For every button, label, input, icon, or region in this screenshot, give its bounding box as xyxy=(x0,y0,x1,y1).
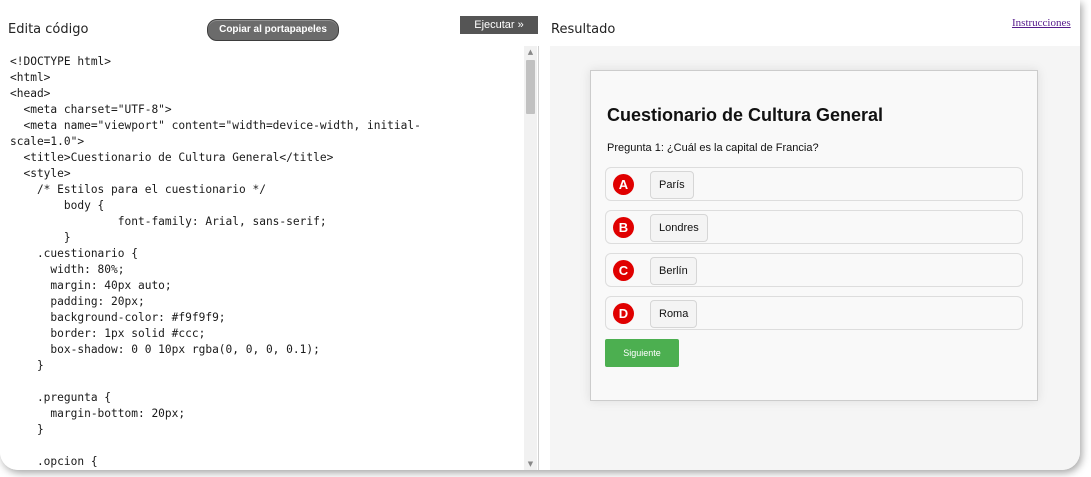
code-line[interactable]: width: 80%; xyxy=(10,262,520,278)
code-line[interactable]: margin: 40px auto; xyxy=(10,278,520,294)
code-line[interactable]: <meta name="viewport" content="width=dev… xyxy=(10,118,520,134)
letter-b-badge-icon: B xyxy=(613,217,634,238)
code-line[interactable]: } xyxy=(10,422,520,438)
quiz-title: Cuestionario de Cultura General xyxy=(607,105,884,125)
copy-to-clipboard-button[interactable]: Copiar al portapapeles xyxy=(207,19,339,41)
option-a[interactable]: A París xyxy=(605,167,1023,201)
result-panel: Cuestionario de Cultura General Pregunta… xyxy=(550,46,1080,470)
code-line[interactable]: <style> xyxy=(10,166,520,182)
letter-c-badge-icon: C xyxy=(613,260,634,281)
scroll-up-arrow-icon[interactable]: ▲ xyxy=(524,46,537,58)
code-line[interactable] xyxy=(10,374,520,390)
app-window: Edita código Copiar al portapapeles Ejec… xyxy=(0,0,1080,470)
code-line[interactable]: } xyxy=(10,230,520,246)
code-line[interactable]: <html> xyxy=(10,70,520,86)
code-line[interactable]: body { xyxy=(10,198,520,214)
code-line[interactable]: scale=1.0"> xyxy=(10,134,520,150)
next-button[interactable]: Siguiente xyxy=(605,339,679,367)
code-line[interactable]: background-color: #f9f9f9; xyxy=(10,310,520,326)
scroll-down-arrow-icon[interactable]: ▼ xyxy=(524,458,537,470)
code-line[interactable]: <title>Cuestionario de Cultura General</… xyxy=(10,150,520,166)
code-line[interactable]: .opcion { xyxy=(10,454,520,470)
code-line[interactable]: /* Estilos para el cuestionario */ xyxy=(10,182,520,198)
option-d-button[interactable]: Roma xyxy=(650,300,698,328)
code-line[interactable]: <head> xyxy=(10,86,520,102)
code-text[interactable]: <!DOCTYPE html> <html> <head> <meta charse… xyxy=(10,54,520,470)
option-d[interactable]: D Roma xyxy=(605,296,1023,330)
code-line[interactable]: <!DOCTYPE html> xyxy=(10,54,520,70)
code-line[interactable]: } xyxy=(10,358,520,374)
option-b-button[interactable]: Londres xyxy=(650,214,708,242)
code-line[interactable]: font-family: Arial, sans-serif; xyxy=(10,214,520,230)
letter-a-badge-icon: A xyxy=(613,174,634,195)
code-editor[interactable]: <!DOCTYPE html> <html> <head> <meta charse… xyxy=(0,46,539,470)
letter-d-badge-icon: D xyxy=(613,303,634,324)
option-c[interactable]: C Berlín xyxy=(605,253,1023,287)
option-a-button[interactable]: París xyxy=(650,171,694,199)
code-line[interactable]: padding: 20px; xyxy=(10,294,520,310)
editor-title: Edita código xyxy=(8,22,89,37)
code-line[interactable]: .cuestionario { xyxy=(10,246,520,262)
code-line[interactable]: box-shadow: 0 0 10px rgba(0, 0, 0, 0.1); xyxy=(10,342,520,358)
code-line[interactable]: margin-bottom: 20px; xyxy=(10,406,520,422)
option-c-button[interactable]: Berlín xyxy=(650,257,697,285)
code-line[interactable]: <meta charset="UTF-8"> xyxy=(10,102,520,118)
result-title: Resultado xyxy=(551,22,616,37)
toolbar: Edita código Copiar al portapapeles Ejec… xyxy=(0,0,1080,44)
option-b[interactable]: B Londres xyxy=(605,210,1023,244)
code-line[interactable] xyxy=(10,438,520,454)
scrollbar-thumb[interactable] xyxy=(526,60,535,114)
quiz-card: Cuestionario de Cultura General Pregunta… xyxy=(590,70,1038,401)
question-text: Pregunta 1: ¿Cuál es la capital de Franc… xyxy=(607,142,819,154)
run-button[interactable]: Ejecutar » xyxy=(460,16,538,34)
code-line[interactable]: .pregunta { xyxy=(10,390,520,406)
code-line[interactable]: border: 1px solid #ccc; xyxy=(10,326,520,342)
editor-scrollbar[interactable]: ▲ ▼ xyxy=(524,46,537,470)
instructions-link[interactable]: Instrucciones xyxy=(1012,17,1071,29)
